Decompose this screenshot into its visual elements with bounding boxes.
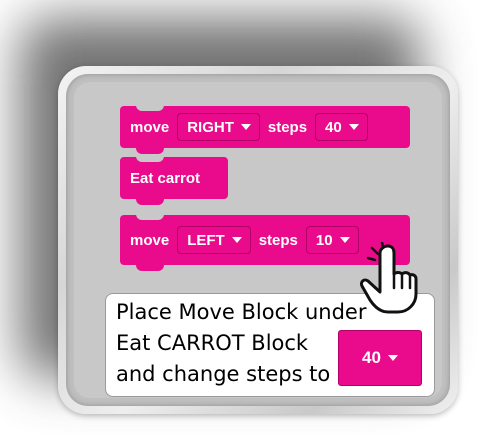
instruction-line-2: Eat CARROT Block [116,331,309,355]
steps-label: steps [267,118,308,136]
move-keyword: move [130,231,170,249]
move-right-block[interactable]: move RIGHT steps 40 [120,105,410,154]
hand-pointer-icon [360,242,418,314]
caret-down-icon [387,355,398,361]
block-notch [136,214,164,220]
block-tab [136,265,164,271]
block-tab [136,199,164,205]
block-tab [136,148,164,154]
instruction-line-1: Place Move Block under [116,300,367,324]
steps-value: 10 [315,231,333,249]
caret-down-icon [231,237,242,243]
steps-label: steps [258,231,298,249]
caret-down-icon [240,124,251,130]
instruction-line-3: and change steps to [116,362,331,386]
move-keyword: move [130,118,170,136]
eat-carrot-block[interactable]: Eat carrot [120,156,228,205]
direction-dropdown[interactable]: LEFT [177,226,251,254]
caret-down-icon [339,237,350,243]
target-steps-dropdown: 40 [338,330,422,386]
tutorial-stage: move RIGHT steps 40 Eat carrot move LEFT… [0,0,480,434]
steps-value: 40 [325,118,342,136]
steps-dropdown[interactable]: 40 [315,113,368,141]
direction-value: LEFT [187,231,225,249]
eat-carrot-label: Eat carrot [130,169,201,187]
target-steps-value: 40 [362,348,381,367]
block-notch [136,156,164,162]
block-notch [136,105,164,111]
direction-dropdown[interactable]: RIGHT [177,113,260,141]
direction-value: RIGHT [187,118,234,136]
caret-down-icon [348,124,359,130]
steps-dropdown[interactable]: 10 [305,226,359,254]
